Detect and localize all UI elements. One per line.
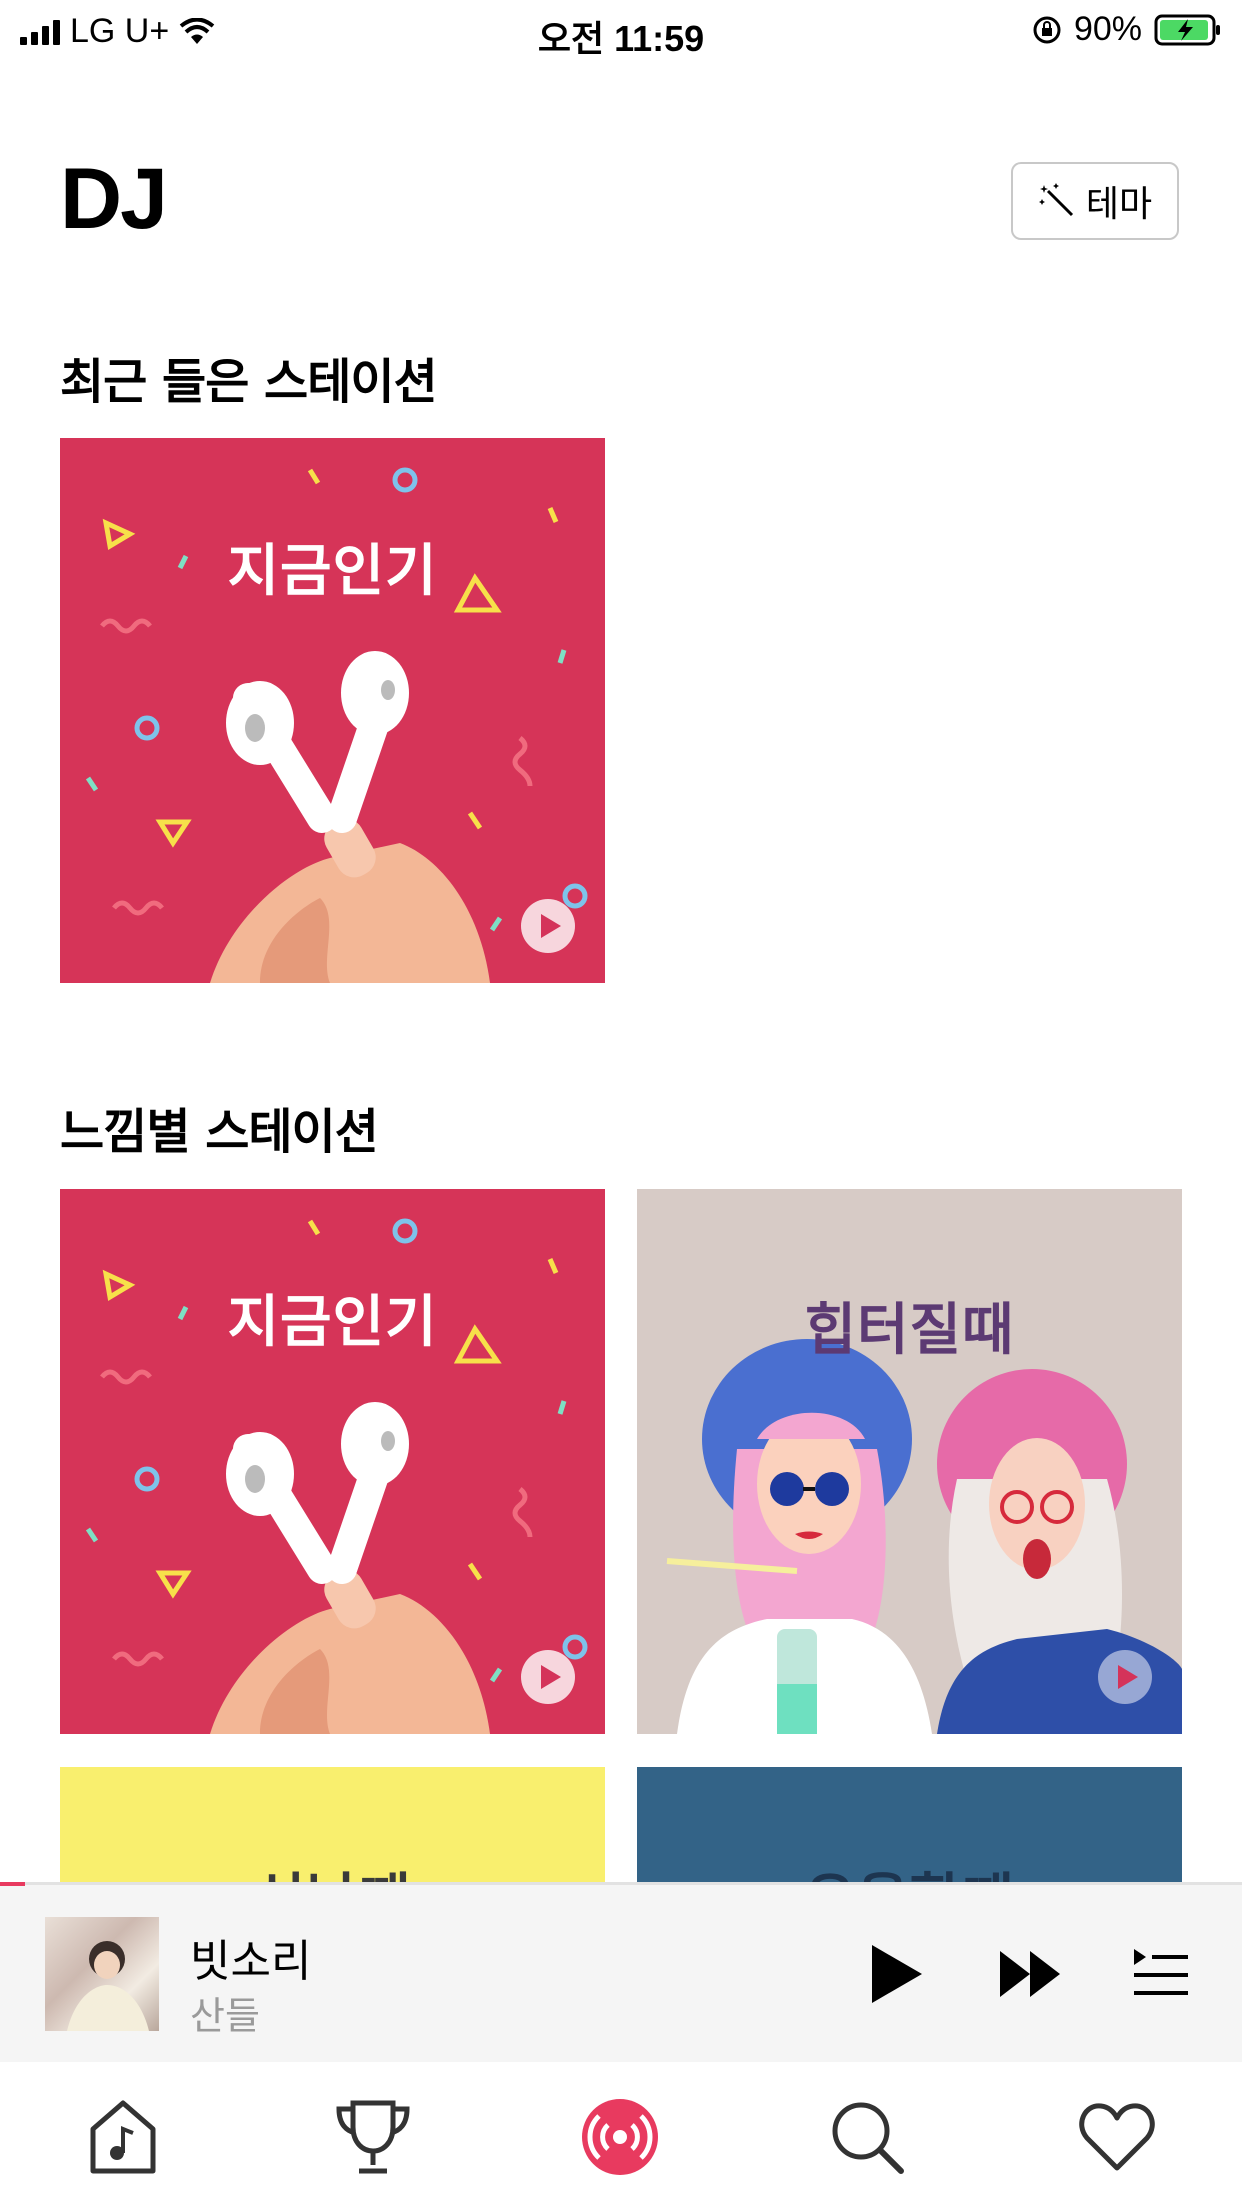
tab-bar (0, 2062, 1242, 2208)
play-button[interactable] (868, 1943, 924, 2005)
playback-progress[interactable] (0, 1882, 25, 1886)
tab-dj[interactable] (575, 2092, 665, 2182)
two-women-illustration (666, 1339, 1182, 1734)
rotation-lock-icon (1033, 16, 1061, 43)
station-tile-hip[interactable]: 힙터질때 (637, 1189, 1182, 1734)
playlist-button[interactable] (1132, 1947, 1190, 1999)
station-tile-excited[interactable]: 신날때 (60, 1767, 605, 1882)
mood-stations-title: 느낌별 스테이션 (60, 1104, 379, 1160)
station-label: 우울할때 (637, 1855, 1182, 1882)
mini-player[interactable]: 빗소리 산들 (0, 1882, 1242, 2062)
battery-charging-icon (1154, 14, 1220, 45)
station-label: 힙터질때 (804, 1298, 1015, 1363)
trophy-icon (336, 2100, 410, 2174)
play-icon[interactable] (521, 899, 575, 953)
station-tile-sad[interactable]: 우울할때 (637, 1767, 1182, 1882)
airpods-illustration (85, 467, 588, 983)
station-tile-popular-recent[interactable]: 지금인기 (60, 438, 605, 983)
airpods-illustration (85, 1218, 588, 1734)
station-label: 지금인기 (227, 1290, 438, 1355)
tab-favorites[interactable] (1072, 2092, 1162, 2182)
artist-name: 산들 (190, 1994, 260, 2038)
music-house-icon (90, 2100, 156, 2174)
battery-percent: 90% (1073, 10, 1142, 48)
station-label: 지금인기 (227, 539, 438, 604)
theme-button-label: 테마 (1085, 184, 1153, 225)
tab-home[interactable] (78, 2092, 168, 2182)
heart-icon (1079, 2103, 1155, 2171)
recent-stations-title: 최근 들은 스테이션 (60, 354, 438, 410)
play-icon[interactable] (1098, 1650, 1152, 1704)
tab-chart[interactable] (328, 2092, 418, 2182)
station-label: 신날때 (60, 1855, 605, 1882)
radio-broadcast-icon (582, 2099, 658, 2175)
play-icon[interactable] (521, 1650, 575, 1704)
magic-wand-icon (1038, 183, 1073, 217)
album-art[interactable] (45, 1917, 159, 2031)
search-icon (832, 2102, 904, 2174)
theme-button[interactable]: 테마 (1011, 162, 1179, 240)
song-title: 빗소리 (190, 1936, 312, 1987)
page-title: DJ (60, 151, 168, 247)
status-bar: LG U+ 오전 11:59 90% (0, 0, 1242, 64)
status-right: 90% (1032, 10, 1222, 49)
tab-search[interactable] (822, 2092, 912, 2182)
next-track-button[interactable] (998, 1949, 1064, 1999)
station-tile-popular[interactable]: 지금인기 (60, 1189, 605, 1734)
